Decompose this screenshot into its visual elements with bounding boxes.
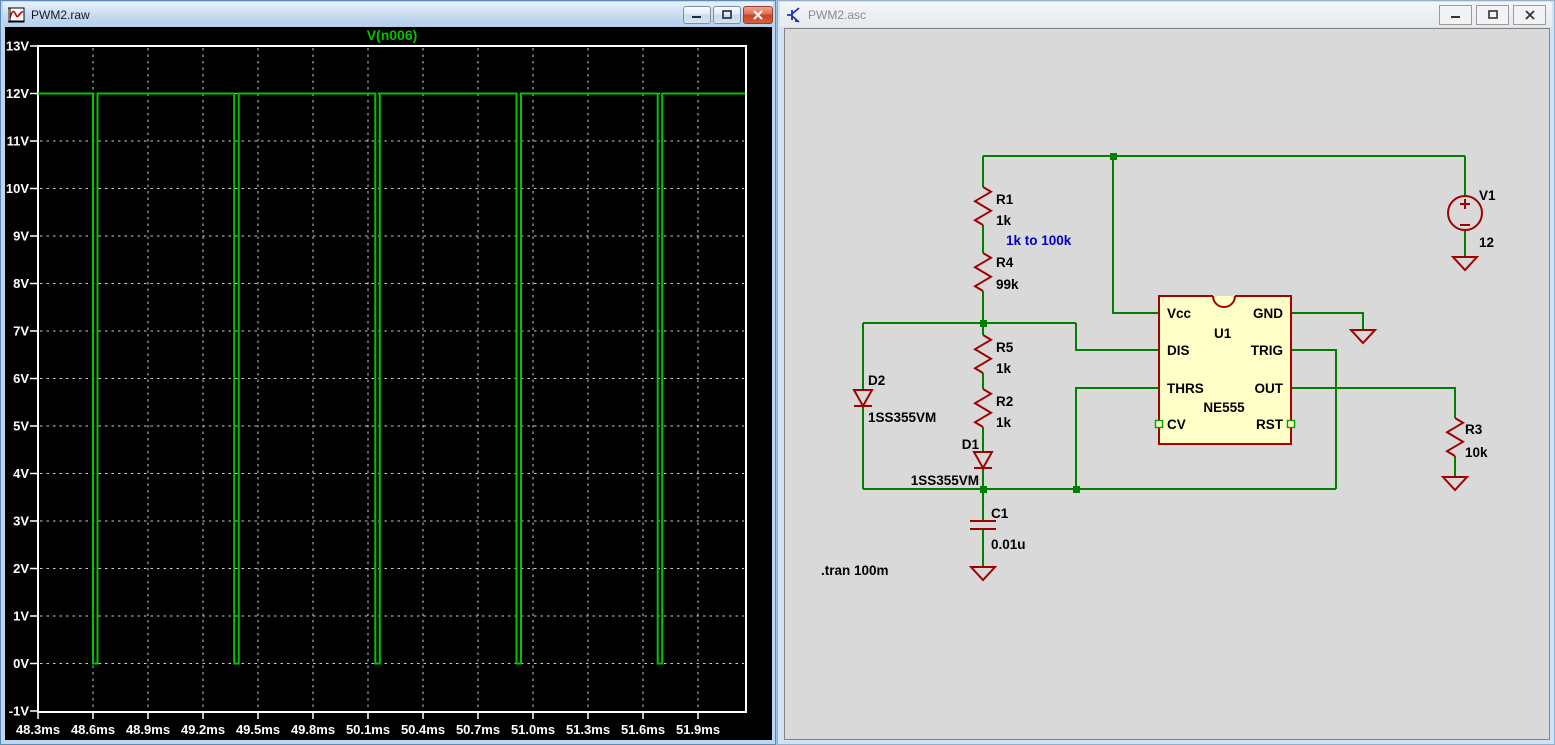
maximize-button[interactable] [713,5,741,24]
close-button-2[interactable] [1513,4,1546,25]
y-axis-label: 4V [13,466,29,481]
diode-D1[interactable]: D1 1SS355VM [911,437,994,488]
y-axis-label: 9V [13,229,29,244]
svg-text:D1: D1 [962,437,980,452]
y-axis-label: 1V [13,609,29,624]
plot-gridlines [40,48,744,710]
resistor-R2[interactable]: R2 1k [973,388,1013,430]
x-axis-label: 51.0ms [511,722,555,737]
close-button[interactable] [743,5,773,24]
x-axis-label: 49.2ms [181,722,225,737]
svg-text:12: 12 [1479,235,1494,250]
x-axis-label: 49.8ms [291,722,335,737]
svg-text:OUT: OUT [1255,381,1284,396]
svg-text:1k: 1k [996,361,1012,376]
svg-text:U1: U1 [1214,326,1232,341]
svg-text:DIS: DIS [1167,343,1190,358]
y-axis-label: 8V [13,276,29,291]
maximize-button-2[interactable] [1476,4,1509,25]
x-axis-label: 51.3ms [566,722,610,737]
y-axis-label: 10V [6,181,29,196]
open-pin-CV [1154,419,1164,429]
x-axis-labels: 48.3ms 48.6ms 48.9ms 49.2ms 49.5ms 49.8ms 50.1… [16,722,720,737]
svg-text:D2: D2 [868,373,885,388]
y-axis-label: 5V [13,419,29,434]
minimize-button-2[interactable] [1439,4,1472,25]
svg-text:RST: RST [1256,417,1284,432]
schematic-canvas[interactable]: R1 1k R4 99k R5 1k R2 1k R3 10k D1 1SS35… [784,28,1550,740]
svg-text:99k: 99k [996,277,1019,292]
svg-text:R4: R4 [996,255,1014,270]
y-axis-label: -1V [9,704,30,719]
svg-text:CV: CV [1167,417,1186,432]
waveform-window-title: PWM2.raw [31,7,90,22]
svg-text:1SS355VM: 1SS355VM [868,410,936,425]
x-axis-label: 48.3ms [16,722,60,737]
x-axis-label: 50.4ms [401,722,445,737]
y-axis-labels: 13V 12V 11V 10V 9V 8V 7V 6V 5V 4V 3V 2V 1V 0V -1V [6,39,29,719]
y-axis-label: 7V [13,324,29,339]
diode-D2[interactable]: D2 1SS355VM [852,373,936,425]
open-pin-RST [1286,419,1296,429]
y-axis-label: 13V [6,39,29,54]
svg-text:NE555: NE555 [1203,400,1245,415]
svg-text:R2: R2 [996,394,1013,409]
minimize-button[interactable] [683,5,711,24]
resistor-R5[interactable]: R5 1k [973,334,1014,376]
svg-text:THRS: THRS [1167,381,1204,396]
y-axis-ticks [30,45,37,712]
capacitor-C1[interactable]: C1 0.01u [970,506,1026,552]
svg-text:V1: V1 [1479,188,1496,203]
schematic-window: PWM2.asc R1 1k R4 99k R5 1k R2 1k R3 10k… [777,0,1555,745]
y-axis-label: 0V [13,656,29,671]
y-axis-label: 3V [13,514,29,529]
schematic-window-title: PWM2.asc [808,7,867,22]
svg-text:R3: R3 [1465,422,1483,437]
svg-text:10k: 10k [1465,445,1488,460]
y-axis-label: 2V [13,561,29,576]
desktop: PWM2.raw 13V 12V 11V 10V 9V 8V 7V 6V 5V 4V 3V 2V 1V 0… [0,0,1555,745]
waveform-window: PWM2.raw 13V 12V 11V 10V 9V 8V 7V 6V 5V 4V 3V 2V 1V 0… [0,0,776,745]
resistor-R3[interactable]: R3 10k [1445,417,1488,460]
resistor-R1[interactable]: R1 1k [973,186,1014,228]
resistor-R4[interactable]: R4 99k [973,252,1019,292]
svg-text:C1: C1 [991,506,1009,521]
x-axis-label: 49.5ms [236,722,280,737]
svg-text:0.01u: 0.01u [991,537,1026,552]
spice-directive[interactable]: .tran 100m [821,563,889,578]
svg-text:TRIG: TRIG [1251,343,1283,358]
x-axis-label: 48.6ms [71,722,115,737]
svg-text:GND: GND [1253,306,1283,321]
x-axis-ticks [37,713,699,719]
schematic-titlebar[interactable]: PWM2.asc [780,2,1552,27]
waveform-titlebar[interactable]: PWM2.raw [3,2,773,27]
svg-text:Vcc: Vcc [1167,306,1192,321]
ic-U1-NE555[interactable]: Vcc DIS THRS CV GND TRIG OUT RST U1 NE55… [1154,295,1296,445]
x-axis-label: 50.1ms [346,722,390,737]
y-axis-label: 12V [6,86,29,101]
svg-text:R5: R5 [996,340,1014,355]
svg-text:R1: R1 [996,192,1014,207]
waveform-plot-area[interactable]: 13V 12V 11V 10V 9V 8V 7V 6V 5V 4V 3V 2V 1V 0V -1V 48.3… [5,27,772,740]
y-axis-label: 11V [7,134,30,149]
annotation-comment[interactable]: 1k to 100k [1006,233,1072,248]
x-axis-label: 48.9ms [126,722,170,737]
x-axis-label: 50.7ms [456,722,500,737]
schematic-app-icon [785,6,802,23]
svg-text:1k: 1k [996,415,1012,430]
x-axis-label: 51.9ms [676,722,720,737]
voltage-source-V1[interactable]: V1 12 [1447,188,1496,250]
svg-text:1k: 1k [996,213,1012,228]
waveform-app-icon [8,7,25,23]
trace-title[interactable]: V(n006) [367,27,418,43]
x-axis-label: 51.6ms [621,722,665,737]
y-axis-label: 6V [13,371,29,386]
svg-text:1SS355VM: 1SS355VM [911,473,979,488]
